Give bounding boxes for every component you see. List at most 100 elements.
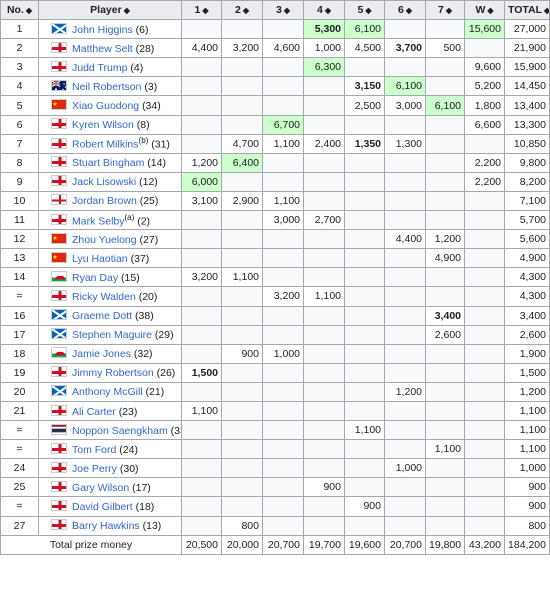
prize-cell bbox=[221, 381, 263, 402]
player-link[interactable]: Stuart Bingham bbox=[72, 157, 144, 169]
sort-icon[interactable]: ◆ bbox=[487, 6, 493, 15]
player-cell: Zhou Yuelong (27) bbox=[38, 229, 182, 250]
column-header-6[interactable]: 6 ◆ bbox=[384, 0, 426, 21]
column-header-2[interactable]: 2 ◆ bbox=[221, 0, 263, 21]
player-link[interactable]: Jamie Jones bbox=[72, 348, 131, 360]
prize-cell bbox=[221, 229, 263, 250]
prize-cell bbox=[181, 458, 222, 479]
prize-cell bbox=[464, 38, 505, 59]
prize-cell: 1,000 bbox=[384, 458, 426, 479]
player-link[interactable]: David Gilbert bbox=[72, 501, 133, 513]
player-link[interactable]: Zhou Yuelong bbox=[72, 234, 137, 246]
prize-cell bbox=[262, 152, 304, 173]
column-header-3[interactable]: 3 ◆ bbox=[262, 0, 304, 21]
total-cell: 8,200 bbox=[504, 171, 550, 192]
prize-cell bbox=[303, 152, 345, 173]
player-cell: Stuart Bingham (14) bbox=[38, 152, 182, 173]
player-link[interactable]: Graeme Dott bbox=[72, 310, 132, 322]
player-link[interactable]: Noppon Saengkham bbox=[72, 425, 168, 437]
total-cell: 1,100 bbox=[504, 420, 550, 441]
prize-cell bbox=[303, 400, 345, 422]
player-link[interactable]: Mark Selby bbox=[72, 215, 125, 227]
column-header-5[interactable]: 5 ◆ bbox=[344, 0, 385, 21]
prize-cell: 4,900 bbox=[425, 248, 465, 269]
prize-cell bbox=[464, 343, 505, 364]
footer-total-cell: 19,700 bbox=[303, 534, 345, 555]
prize-cell: 3,150 bbox=[344, 76, 385, 97]
prize-cell: 2,200 bbox=[464, 171, 505, 192]
prize-cell bbox=[181, 210, 222, 231]
player-link[interactable]: John Higgins bbox=[72, 24, 133, 36]
player-link[interactable]: Barry Hawkins bbox=[72, 520, 140, 532]
footnote-marker[interactable]: (b) bbox=[139, 136, 149, 145]
prize-cell bbox=[262, 400, 304, 422]
column-header-4[interactable]: 4 ◆ bbox=[303, 0, 345, 21]
player-link[interactable]: Matthew Selt bbox=[72, 43, 133, 55]
sort-icon[interactable]: ◆ bbox=[544, 6, 548, 15]
rank-cell: 27 bbox=[0, 515, 39, 536]
prize-cell bbox=[221, 286, 263, 307]
player-link[interactable]: Joe Perry bbox=[72, 463, 117, 475]
sort-icon[interactable]: ◆ bbox=[406, 6, 412, 15]
sort-icon[interactable]: ◆ bbox=[325, 6, 331, 15]
player-link[interactable]: Judd Trump bbox=[72, 62, 127, 74]
prize-cell: 4,500 bbox=[344, 38, 385, 59]
prize-cell bbox=[464, 286, 505, 307]
column-header-total[interactable]: TOTAL◆ bbox=[504, 0, 550, 21]
flag-england-icon bbox=[51, 499, 67, 511]
seed-label: (20) bbox=[138, 290, 158, 303]
sort-icon[interactable]: ◆ bbox=[26, 6, 32, 15]
player-link[interactable]: Gary Wilson bbox=[72, 482, 129, 494]
column-header-w[interactable]: W ◆ bbox=[464, 0, 505, 21]
sort-icon[interactable]: ◆ bbox=[124, 6, 130, 15]
table-row: 16 Graeme Dott (38) 3,400 3,400 bbox=[0, 305, 550, 326]
prize-cell bbox=[181, 305, 222, 326]
prize-cell bbox=[425, 171, 465, 192]
player-link[interactable]: Ryan Day bbox=[72, 272, 118, 284]
prize-cell bbox=[303, 381, 345, 402]
sort-icon[interactable]: ◆ bbox=[365, 6, 371, 15]
seed-label: (21) bbox=[145, 386, 165, 399]
player-link[interactable]: Jack Lisowski bbox=[72, 176, 136, 188]
player-link[interactable]: Stephen Maguire bbox=[72, 329, 152, 341]
player-link[interactable]: Jimmy Robertson bbox=[72, 367, 154, 379]
flag-china-icon bbox=[51, 232, 67, 244]
prize-cell bbox=[181, 133, 222, 154]
player-link[interactable]: Ali Carter bbox=[72, 406, 116, 418]
prize-cell: 1,500 bbox=[181, 362, 222, 383]
sort-icon[interactable]: ◆ bbox=[446, 6, 452, 15]
seed-label: (24) bbox=[119, 443, 138, 456]
prize-cell: 800 bbox=[221, 515, 263, 536]
player-cell: Anthony McGill (21) bbox=[38, 381, 182, 402]
column-header-1[interactable]: 1 ◆ bbox=[181, 0, 222, 21]
player-link[interactable]: Xiao Guodong bbox=[72, 100, 139, 112]
rank-cell: 5 bbox=[0, 95, 39, 116]
seed-label: (6) bbox=[135, 23, 149, 36]
prize-cell: 6,100 bbox=[425, 95, 465, 116]
sort-icon[interactable]: ◆ bbox=[243, 6, 249, 15]
player-link[interactable]: Jordan Brown bbox=[72, 195, 137, 207]
player-link[interactable]: Tom Ford bbox=[72, 444, 116, 456]
prize-cell bbox=[221, 95, 263, 116]
prize-cell: 3,200 bbox=[221, 38, 263, 59]
prize-cell bbox=[303, 114, 345, 135]
prize-cell bbox=[181, 57, 222, 78]
player-link[interactable]: Neil Robertson bbox=[72, 81, 141, 93]
prize-cell bbox=[262, 439, 304, 460]
flag-scotland-icon bbox=[51, 309, 67, 321]
seed-label: (12) bbox=[139, 176, 158, 189]
sort-icon[interactable]: ◆ bbox=[284, 6, 290, 15]
sort-icon[interactable]: ◆ bbox=[202, 6, 208, 15]
column-header-no[interactable]: No. ◆ bbox=[0, 0, 39, 21]
player-cell: Neil Robertson (3) bbox=[38, 76, 182, 97]
player-link[interactable]: Kyren Wilson bbox=[72, 119, 134, 131]
player-cell: Jack Lisowski (12) bbox=[38, 171, 182, 192]
column-header-7[interactable]: 7 ◆ bbox=[425, 0, 465, 21]
footnote-marker[interactable]: (a) bbox=[125, 213, 135, 222]
player-link[interactable]: Anthony McGill bbox=[72, 386, 143, 398]
column-header-player[interactable]: Player ◆ bbox=[38, 0, 182, 21]
prize-cell bbox=[425, 400, 465, 422]
player-link[interactable]: Ricky Walden bbox=[72, 291, 136, 303]
player-link[interactable]: Robert Milkins bbox=[72, 139, 139, 151]
player-link[interactable]: Lyu Haotian bbox=[72, 253, 128, 265]
